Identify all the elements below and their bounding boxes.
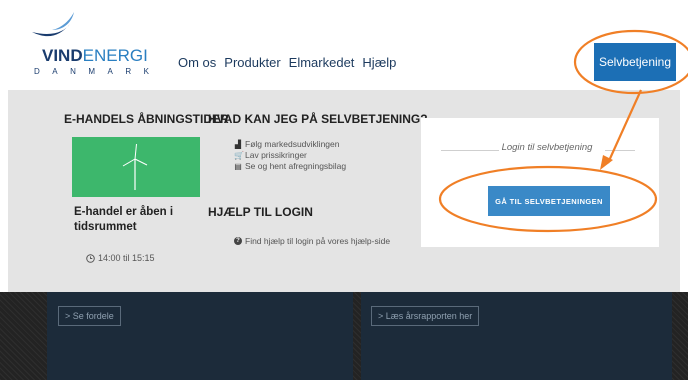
annotation-overlay [438, 29, 688, 233]
annotation-ellipse-login [438, 165, 658, 233]
annotation-arrow [606, 89, 643, 164]
annotation-ellipse-self-service [573, 29, 688, 95]
